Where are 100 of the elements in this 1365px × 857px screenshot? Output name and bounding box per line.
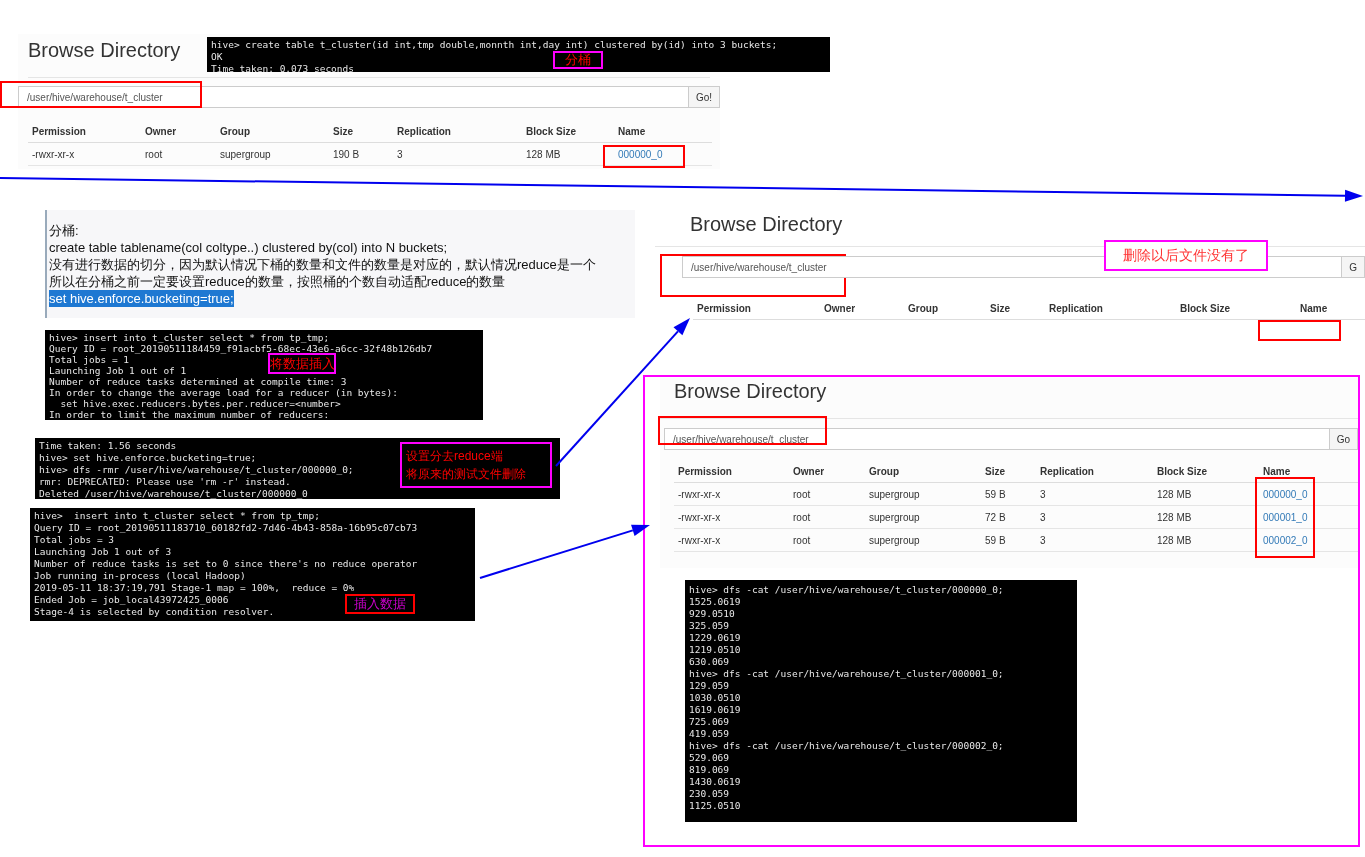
- column-header: Owner: [792, 465, 826, 479]
- column-header: Name: [1299, 302, 1329, 316]
- file-link[interactable]: 000001_0: [1259, 509, 1339, 525]
- callout-label: 插入数据: [345, 594, 415, 614]
- terminal-line: Time taken: 1.56 seconds: [39, 440, 177, 452]
- table-cell-text: 128 MB: [525, 147, 562, 162]
- table-cell-text: supergroup: [868, 510, 921, 525]
- table-cell-text: 3: [1039, 533, 1047, 548]
- terminal-line: Number of reduce tasks is set to 0 since there's no reduce operator: [34, 558, 418, 570]
- note-line: 没有进行数据的切分，因为默认情况下桶的数量和文件的数量是对应的，默认情况reduce是一个: [49, 256, 596, 273]
- path-field[interactable]: /user/hive/warehouse/t_cluster: [664, 428, 1330, 450]
- file-link[interactable]: 000000_0: [1259, 486, 1339, 502]
- terminal-line: 1229.0619: [689, 632, 741, 644]
- terminal-line: hive> dfs -rmr /user/hive/warehouse/t_cluster/000000_0;: [39, 464, 354, 476]
- terminal-line: hive> dfs -cat /user/hive/warehouse/t_cluster/000001_0;: [689, 668, 1004, 680]
- column-header: Owner: [823, 302, 857, 316]
- go-button[interactable]: G: [1342, 256, 1365, 278]
- file-link[interactable]: 000002_0: [1259, 532, 1339, 548]
- callout-label: 设置分去reduce端: [406, 448, 503, 464]
- column-header: Permission: [31, 125, 87, 139]
- column-header: Size: [984, 465, 1006, 479]
- terminal-line: Total jobs = 3: [34, 534, 115, 546]
- table-cell-text: supergroup: [868, 533, 921, 548]
- go-button[interactable]: Go: [1329, 428, 1358, 450]
- table-cell-text: 190 B: [332, 147, 361, 162]
- page-title: Browse Directory: [28, 38, 181, 63]
- terminal-line: Launching Job 1 out of 1: [49, 365, 187, 376]
- path-field[interactable]: /user/hive/warehouse/t_cluster: [18, 86, 689, 108]
- column-header: Group: [907, 302, 939, 316]
- terminal-line: Stage-4 is selected by condition resolver.: [34, 606, 275, 618]
- terminal-line: 230.059: [689, 788, 730, 800]
- terminal-line: 325.059: [689, 620, 730, 632]
- column-header: Group: [219, 125, 251, 139]
- column-header: Name: [1262, 465, 1292, 479]
- column-header: Owner: [144, 125, 178, 139]
- terminal-line: 1430.0619: [689, 776, 741, 788]
- note-line: 所以在分桶之前一定要设置reduce的数量，按照桶的个数自动适配reduce的数量: [49, 273, 506, 290]
- terminal-line: 819.069: [689, 764, 730, 776]
- column-header: Name: [617, 125, 647, 139]
- page-title: Browse Directory: [674, 379, 827, 404]
- terminal-line: 1525.0619: [689, 596, 741, 608]
- terminal-line: Ended Job = job_local43972425_0006: [34, 594, 229, 606]
- column-header: Block Size: [1179, 302, 1232, 316]
- terminal-line: hive> set hive.enforce.bucketing=true;: [39, 452, 257, 464]
- table-cell-text: root: [792, 487, 812, 502]
- terminal-line: Query ID = root_20190511183710_60182fd2-7d46-4b43-858a-16b95c07cb73: [34, 522, 418, 534]
- column-header: Group: [868, 465, 900, 479]
- table-cell-text: 3: [1039, 487, 1047, 502]
- column-header: Replication: [396, 125, 452, 139]
- column-header: Replication: [1048, 302, 1104, 316]
- terminal-line: hive> insert into t_cluster select * from tp_tmp;: [49, 332, 330, 343]
- file-link[interactable]: 000000_0: [614, 146, 707, 162]
- table-cell-text: 72 B: [984, 510, 1007, 525]
- terminal-line: Launching Job 1 out of 3: [34, 546, 172, 558]
- callout-label: 删除以后文件没有了: [1104, 240, 1268, 271]
- table-cell-text: -rwxr-xr-x: [677, 487, 722, 502]
- terminal-line: Number of reduce tasks determined at compile time: 3: [49, 376, 347, 387]
- terminal-line: hive> insert into t_cluster select * from tp_tmp;: [34, 510, 320, 522]
- column-header: Block Size: [1156, 465, 1209, 479]
- terminal-line: 529.069: [689, 752, 730, 764]
- terminal-line: 1030.0510: [689, 692, 741, 704]
- table-cell-text: root: [144, 147, 164, 162]
- terminal-line: 630.069: [689, 656, 730, 668]
- note-line: create table tablename(col coltype..) clustered by(col) into N buckets;: [49, 239, 448, 256]
- page-title: Browse Directory: [690, 215, 843, 237]
- terminal-line: Time taken: 0.073 seconds: [211, 63, 354, 72]
- callout-label: 将原来的测试文件删除: [406, 466, 526, 482]
- terminal-line: OK: [211, 51, 223, 63]
- callout-label: 将数据插入: [268, 353, 336, 374]
- table-cell-text: 3: [1039, 510, 1047, 525]
- table-cell-text: 128 MB: [1156, 533, 1193, 548]
- terminal-line: 1219.0510: [689, 644, 741, 656]
- table-cell-text: 59 B: [984, 533, 1007, 548]
- terminal-line: Job running in-process (local Hadoop): [34, 570, 246, 582]
- column-header: Replication: [1039, 465, 1095, 479]
- terminal-line: rmr: DEPRECATED: Please use 'rm -r' instead.: [39, 476, 291, 488]
- terminal-line: In order to change the average load for a reducer (in bytes):: [49, 387, 398, 398]
- callout-label: 分桶: [553, 51, 603, 69]
- column-header: Size: [989, 302, 1011, 316]
- note-line: 分桶:: [49, 222, 79, 239]
- table-cell-text: 128 MB: [1156, 510, 1193, 525]
- terminal-line: 725.069: [689, 716, 730, 728]
- table-cell-text: root: [792, 533, 812, 548]
- terminal-line: 1125.0510: [689, 800, 741, 812]
- terminal-line: 129.059: [689, 680, 730, 692]
- table-cell-text: -rwxr-xr-x: [677, 533, 722, 548]
- terminal-line: 2019-05-11 18:37:19,791 Stage-1 map = 100%, reduce = 0%: [34, 582, 355, 594]
- terminal-line: Deleted /user/hive/warehouse/t_cluster/000000_0: [39, 488, 308, 499]
- table-cell-text: root: [792, 510, 812, 525]
- terminal-line: hive> create table t_cluster(id int,tmp double,monnth int,day int) clustered by(id) into 3 buckets;: [211, 39, 778, 51]
- terminal-line: 929.0510: [689, 608, 735, 620]
- column-header: Size: [332, 125, 354, 139]
- terminal-line: hive> dfs -cat /user/hive/warehouse/t_cluster/000002_0;: [689, 740, 1004, 752]
- table-cell-text: -rwxr-xr-x: [677, 510, 722, 525]
- table-cell-text: supergroup: [868, 487, 921, 502]
- go-button[interactable]: Go!: [688, 86, 720, 108]
- terminal-line: set hive.exec.reducers.bytes.per.reducer=<number>: [59, 398, 341, 409]
- table-cell-text: 3: [396, 147, 404, 162]
- terminal-line: hive> dfs -cat /user/hive/warehouse/t_cluster/000000_0;: [689, 584, 1004, 596]
- terminal-line: Total jobs = 1: [49, 354, 130, 365]
